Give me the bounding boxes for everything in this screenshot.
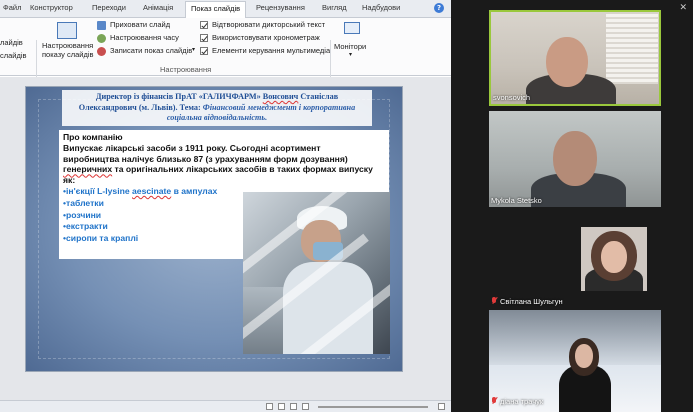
video-tile-diana-trachuk[interactable]: діана трачук — [489, 310, 661, 412]
title-topic: Фінансовий менеджмент і корпоративна — [202, 102, 356, 112]
status-bar — [0, 400, 451, 412]
participant-name: svonsovich — [493, 93, 531, 102]
participant-name: діана трачук — [500, 397, 544, 406]
ribbon-fragment-1[interactable]: лайдів — [0, 38, 23, 47]
ribbon: лайдів слайдів Настроювання показу слайд… — [0, 18, 451, 90]
lab-worker-photo[interactable] — [243, 192, 390, 354]
hide-slide-icon — [97, 21, 106, 30]
participant-photo — [581, 227, 647, 291]
chevron-down-icon[interactable]: ▾ — [192, 46, 195, 53]
rehearse-timings-label: Настроювання часу — [110, 33, 179, 42]
monitors-label: Монітори — [334, 42, 367, 51]
normal-view-icon[interactable] — [266, 403, 273, 410]
participant-name-row: діана трачук — [491, 397, 543, 406]
mic-off-icon — [491, 397, 497, 405]
slide-text-line: як: — [63, 175, 76, 186]
narrations-checkbox[interactable]: Відтворювати дикторський текст — [200, 20, 330, 31]
close-icon[interactable]: ✕ — [679, 3, 687, 13]
slide-heading: Про компанію — [63, 132, 123, 142]
narrations-label: Відтворювати дикторський текст — [212, 20, 326, 29]
checkbox-icon — [200, 34, 208, 42]
checkbox-icon — [200, 21, 208, 29]
powerpoint-window: Файл Конструктор Переходи Анімація Показ… — [0, 0, 451, 412]
fit-slide-icon[interactable] — [438, 403, 445, 410]
group-label-setup: Настроювання — [160, 65, 212, 74]
slide-workspace: Директор із фінансів ПрАТ «ГАЛИЧФАРМ» Во… — [0, 77, 451, 400]
screen: Файл Конструктор Переходи Анімація Показ… — [0, 0, 693, 412]
slide-sorter-icon[interactable] — [278, 403, 285, 410]
slideshow-icon[interactable] — [302, 403, 309, 410]
video-tile-svitlana-shulhun[interactable]: Світлана Шульгун — [489, 212, 661, 308]
timings-checkbox[interactable]: Використовувати хронометраж — [200, 33, 330, 44]
hide-slide-label: Приховати слайд — [110, 20, 171, 29]
ribbon-fragment-2[interactable]: слайдів — [0, 51, 27, 60]
title-text: Олександрович (м. Львів). Тема: — [78, 102, 203, 112]
tab-addins[interactable]: Надбудови — [362, 3, 400, 12]
tab-view[interactable]: Вигляд — [322, 3, 347, 12]
tab-slideshow[interactable]: Показ слайдів — [185, 1, 247, 19]
setup-show-label-1: Настроювання — [42, 41, 94, 50]
window-blind — [606, 14, 658, 84]
mic-off-icon — [491, 297, 497, 305]
slide-title[interactable]: Директор із фінансів ПрАТ «ГАЛИЧФАРМ» Во… — [62, 90, 372, 126]
monitors-button[interactable]: Монітори ▾ — [334, 20, 370, 60]
participant-name: Світлана Шульгун — [500, 297, 563, 306]
tab-transitions[interactable]: Переходи — [92, 3, 126, 12]
setup-show-label-2: показу слайдів — [42, 50, 94, 59]
media-controls-label: Елементи керування мультимедіа — [212, 46, 331, 55]
slide-text-word: генеричних — [63, 164, 113, 175]
slide-text-word: та оригінальних лікарських засобів в так… — [112, 164, 373, 175]
video-gallery: ✕ svonsovich Mykola Stetsko Світлана Шул… — [451, 0, 693, 412]
record-icon — [97, 47, 106, 56]
video-tile-svonsovich[interactable]: svonsovich — [489, 10, 661, 106]
ribbon-tabs: Файл Конструктор Переходи Анімація Показ… — [0, 0, 451, 19]
media-controls-checkbox[interactable]: Елементи керування мультимедіа — [200, 46, 330, 57]
video-tile-mykola-stetsko[interactable]: Mykola Stetsko — [489, 111, 661, 207]
timings-label: Використовувати хронометраж — [212, 33, 320, 42]
reading-view-icon[interactable] — [290, 403, 297, 410]
participant-head — [546, 37, 588, 87]
slide-canvas[interactable]: Директор із фінансів ПрАТ «ГАЛИЧФАРМ» Во… — [25, 86, 403, 372]
title-text: Станіслав — [298, 92, 339, 101]
participant-head — [553, 131, 597, 186]
title-text: Директор із фінансів ПрАТ «ГАЛИЧФАРМ» — [95, 92, 263, 101]
bullet-text: в ампулах — [171, 185, 218, 196]
setup-show-icon — [57, 22, 77, 39]
slide-text-line: виробництва налічує близько 87 (з урахув… — [63, 153, 348, 164]
slide-text-line: Випускає лікарські засоби з 1911 року. С… — [63, 142, 321, 153]
participant-face — [575, 344, 593, 368]
chevron-down-icon: ▾ — [349, 52, 353, 58]
participant-face — [601, 241, 627, 273]
slide-text-line: генеричних та оригінальних лікарських за… — [63, 164, 385, 175]
bullet-text: •ін'єкції L-lysine — [63, 185, 133, 196]
ribbon-help-icon[interactable]: ? — [434, 3, 444, 13]
rehearse-timings-button[interactable]: Настроювання часу — [97, 33, 187, 44]
record-show-label: Записати показ слайдів — [110, 46, 193, 55]
title-name: Вонсович — [262, 92, 299, 101]
setup-show-button[interactable]: Настроювання показу слайдів — [40, 20, 96, 68]
hide-slide-button[interactable]: Приховати слайд — [97, 20, 187, 31]
participant-name-row: Світлана Шульгун — [491, 297, 563, 306]
checkbox-icon — [200, 47, 208, 55]
participant-name: Mykola Stetsko — [491, 196, 542, 205]
timer-icon — [97, 34, 106, 43]
title-topic: соціальна відповідальність. — [166, 113, 268, 122]
tab-design[interactable]: Конструктор — [30, 3, 73, 12]
record-show-button[interactable]: Записати показ слайдів ▾ — [97, 46, 197, 57]
monitor-icon — [344, 22, 360, 34]
tab-review[interactable]: Рецензування — [256, 3, 305, 12]
tab-animations[interactable]: Анімація — [143, 3, 173, 12]
bullet-text: aescinate — [132, 185, 172, 196]
zoom-slider[interactable] — [318, 406, 428, 408]
tab-file[interactable]: Файл — [3, 3, 21, 12]
